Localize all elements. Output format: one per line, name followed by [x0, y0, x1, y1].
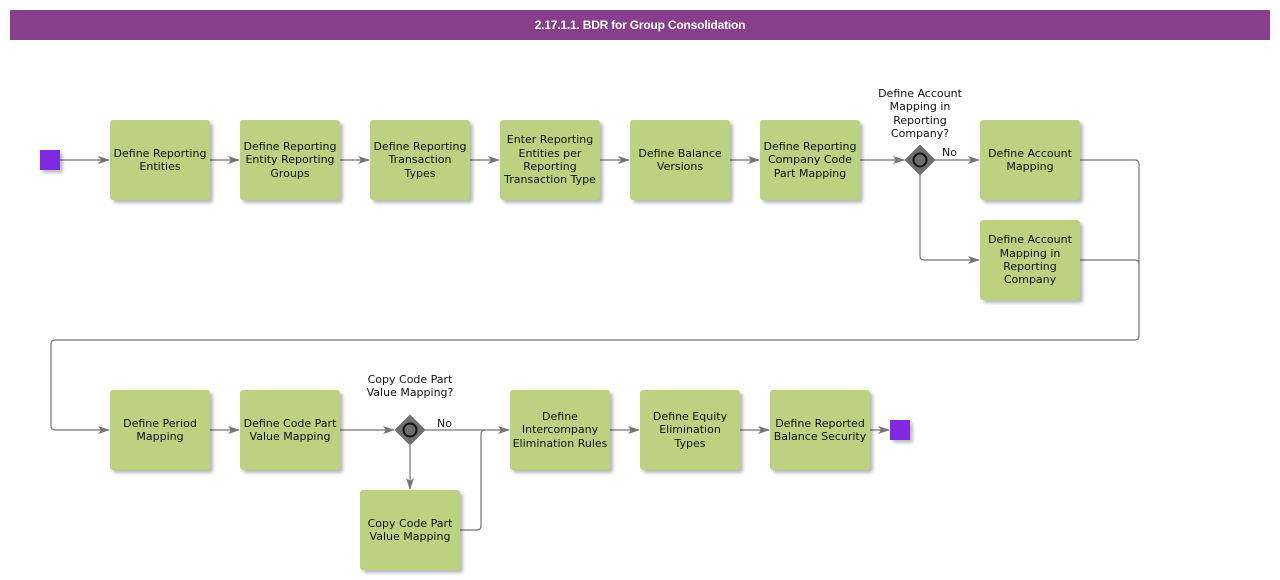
task-copy-code-part-value-mapping[interactable]: Copy Code Part Value Mapping [360, 490, 460, 570]
task-label: Define Reporting Transaction Types [373, 140, 467, 180]
task-define-account-mapping[interactable]: Define Account Mapping [980, 120, 1080, 200]
task-label: Define Equity Elimination Types [652, 410, 728, 450]
flow-label-no: No [942, 146, 957, 159]
flow-t8-merge [1080, 259, 1140, 265]
connector-layer [50, 144, 1140, 531]
task-define-reporting-transaction-types[interactable]: Define Reporting Transaction Types [370, 120, 470, 200]
task-label: Copy Code Part Value Mapping [367, 516, 453, 543]
flow-g1-t8 [919, 175, 980, 264]
task-enter-reporting-entities-per-transaction-type[interactable]: Enter Reporting Entities per Reporting T… [500, 120, 600, 200]
task-label: Define Period Mapping [123, 416, 197, 443]
task-label: Enter Reporting Entities per Reporting T… [504, 133, 596, 187]
task-define-reporting-company-code-part-mapping[interactable]: Define Reporting Company Code Part Mappi… [760, 120, 860, 200]
task-define-equity-elimination-types[interactable]: Define Equity Elimination Types [640, 390, 740, 470]
gateway-question-label: Copy Code Part Value Mapping? [366, 373, 454, 400]
gateway-question-label: Define Account Mapping in Reporting Comp… [878, 87, 962, 140]
flow-t11-merge [460, 429, 486, 531]
task-label: Define Reporting Entity Reporting Groups [243, 140, 337, 180]
task-label: Define Reporting Entities [113, 146, 207, 173]
flow-label-no: No [437, 417, 452, 430]
task-define-intercompany-elimination-rules[interactable]: Define Intercompany Elimination Rules [510, 390, 610, 470]
task-label: Define Reported Balance Security [773, 416, 867, 443]
task-label: Define Account Mapping in Reporting Comp… [988, 233, 1072, 287]
task-define-code-part-value-mapping[interactable]: Define Code Part Value Mapping [240, 390, 340, 470]
task-define-account-mapping-in-reporting-company[interactable]: Define Account Mapping in Reporting Comp… [980, 220, 1080, 300]
gateway-g2[interactable] [394, 414, 426, 446]
task-label: Define Intercompany Elimination Rules [512, 410, 608, 450]
task-label: Define Balance Versions [638, 146, 722, 173]
task-label: Define Account Mapping [988, 146, 1072, 173]
task-define-balance-versions[interactable]: Define Balance Versions [630, 120, 730, 200]
gateway-g1[interactable] [904, 144, 936, 176]
task-define-reporting-entities[interactable]: Define Reporting Entities [110, 120, 210, 200]
start-event[interactable] [40, 150, 60, 170]
task-define-reporting-entity-reporting-groups[interactable]: Define Reporting Entity Reporting Groups [240, 120, 340, 200]
task-label: Define Reporting Company Code Part Mappi… [763, 140, 857, 180]
task-define-period-mapping[interactable]: Define Period Mapping [110, 390, 210, 470]
task-label: Define Code Part Value Mapping [243, 416, 337, 443]
end-event[interactable] [890, 420, 910, 440]
task-define-reported-balance-security[interactable]: Define Reported Balance Security [770, 390, 870, 470]
